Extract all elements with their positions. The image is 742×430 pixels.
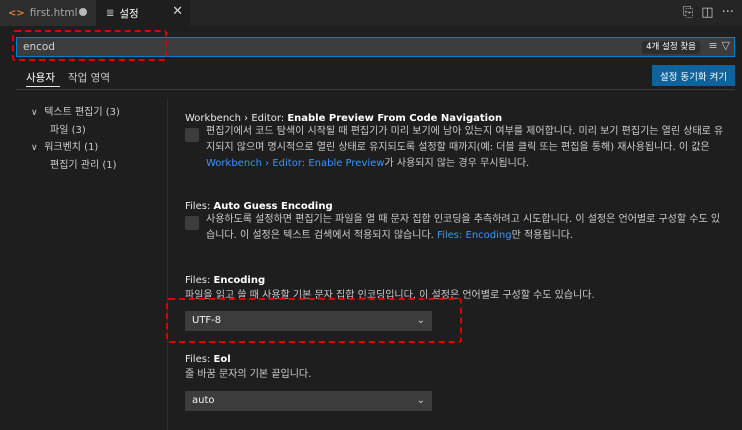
tree-item-label: 파일 (3) xyxy=(50,125,86,136)
chevron-down-icon: ∨ xyxy=(31,143,38,153)
tab-label: 설정 xyxy=(119,7,139,20)
tab-workspace-settings[interactable]: 작업 영역 xyxy=(68,70,110,85)
chevron-down-icon: ⌄ xyxy=(416,315,425,326)
auto-guess-encoding-checkbox[interactable] xyxy=(185,216,199,230)
setting-title-preview: Workbench › Editor: Enable Preview From … xyxy=(185,113,502,124)
editor-actions: ⎘ ◫ ··· xyxy=(683,5,734,20)
setting-description-preview: 편집기에서 코드 탐색이 시작될 때 편집기가 미리 보기에 남아 있는지 여부… xyxy=(206,124,726,172)
tree-item-label: 편집기 관리 (1) xyxy=(50,160,117,171)
split-editor-icon[interactable]: ◫ xyxy=(701,5,713,20)
close-icon[interactable]: ✕ xyxy=(172,4,183,19)
tree-item-files[interactable]: 파일 (3) xyxy=(50,121,86,136)
setting-description-auto-guess: 사용하도록 설정하면 편집기는 파일을 열 때 문자 집합 인코딩을 추측하려고… xyxy=(206,212,726,244)
description-text: 편집기에서 코드 탐색이 시작될 때 편집기가 미리 보기에 남아 있는지 여부… xyxy=(206,126,724,153)
chevron-down-icon: ∨ xyxy=(31,108,38,118)
setting-name: Enable Preview From Code Navigation xyxy=(287,113,503,124)
setting-description-eol: 줄 바꿈 문자의 기본 끝입니다. xyxy=(185,369,312,380)
setting-name: Encoding xyxy=(213,275,266,286)
setting-title-encoding: Files: Encoding xyxy=(185,275,265,286)
description-text: 만 적용됩니다. xyxy=(511,230,574,241)
select-value: UTF-8 xyxy=(192,315,222,326)
setting-description-encoding: 파일을 읽고 쓸 때 사용할 기본 문자 집합 인코딩입니다. 이 설정은 언어… xyxy=(185,290,595,301)
turn-on-sync-button[interactable]: 설정 동기화 켜기 xyxy=(652,65,735,86)
settings-search-input[interactable] xyxy=(17,38,577,56)
description-text: 가 사용되지 않는 경우 무시됩니다. xyxy=(384,158,530,169)
unsaved-dot-icon xyxy=(79,8,87,16)
settings-search-box: 4개 설정 찾음 ≡ ▽ xyxy=(16,37,735,57)
settings-file-icon: ≣ xyxy=(106,7,115,19)
tree-separator xyxy=(167,99,168,430)
eol-select[interactable]: auto ⌄ xyxy=(185,391,432,411)
active-tab-indicator xyxy=(26,86,60,87)
encoding-select[interactable]: UTF-8 ⌄ xyxy=(185,311,432,331)
setting-category: Files: xyxy=(185,354,214,365)
setting-category: Workbench › Editor: xyxy=(185,113,288,124)
tree-item-label: 텍스트 편집기 (3) xyxy=(44,107,120,118)
clear-filter-icon[interactable]: ≡ xyxy=(708,39,717,52)
filter-icon[interactable]: ▽ xyxy=(722,39,730,52)
results-count-badge: 4개 설정 찾음 xyxy=(642,41,700,54)
setting-name: Eol xyxy=(213,354,231,365)
editor-tab-bar: <> first.html ≣ 설정 ✕ ⎘ ◫ ··· xyxy=(0,0,742,26)
tree-item-label: 워크벤치 (1) xyxy=(44,142,99,153)
open-settings-json-icon[interactable]: ⎘ xyxy=(683,5,693,20)
header-divider xyxy=(16,89,735,90)
html-icon: <> xyxy=(8,7,25,19)
chevron-down-icon: ⌄ xyxy=(416,395,425,406)
tree-item-editor-management[interactable]: 편집기 관리 (1) xyxy=(50,156,117,171)
setting-link[interactable]: Workbench › Editor: Enable Preview xyxy=(206,158,385,169)
tab-label: first.html xyxy=(29,7,78,19)
setting-name: Auto Guess Encoding xyxy=(213,201,333,212)
tab-first-html[interactable]: <> first.html xyxy=(0,0,96,26)
setting-category: Files: xyxy=(185,275,214,286)
tab-user-settings[interactable]: 사용자 xyxy=(26,70,55,85)
tree-item-workbench[interactable]: ∨ 워크벤치 (1) xyxy=(31,138,98,153)
setting-title-auto-guess: Files: Auto Guess Encoding xyxy=(185,201,333,212)
enable-preview-checkbox[interactable] xyxy=(185,128,199,142)
select-value: auto xyxy=(192,395,215,406)
more-actions-icon[interactable]: ··· xyxy=(722,5,734,20)
setting-title-eol: Files: Eol xyxy=(185,354,231,365)
tab-settings[interactable]: ≣ 설정 ✕ xyxy=(96,0,190,26)
setting-link[interactable]: Files: Encoding xyxy=(437,230,512,241)
setting-category: Files: xyxy=(185,201,214,212)
tree-item-text-editor[interactable]: ∨ 텍스트 편집기 (3) xyxy=(31,103,120,118)
